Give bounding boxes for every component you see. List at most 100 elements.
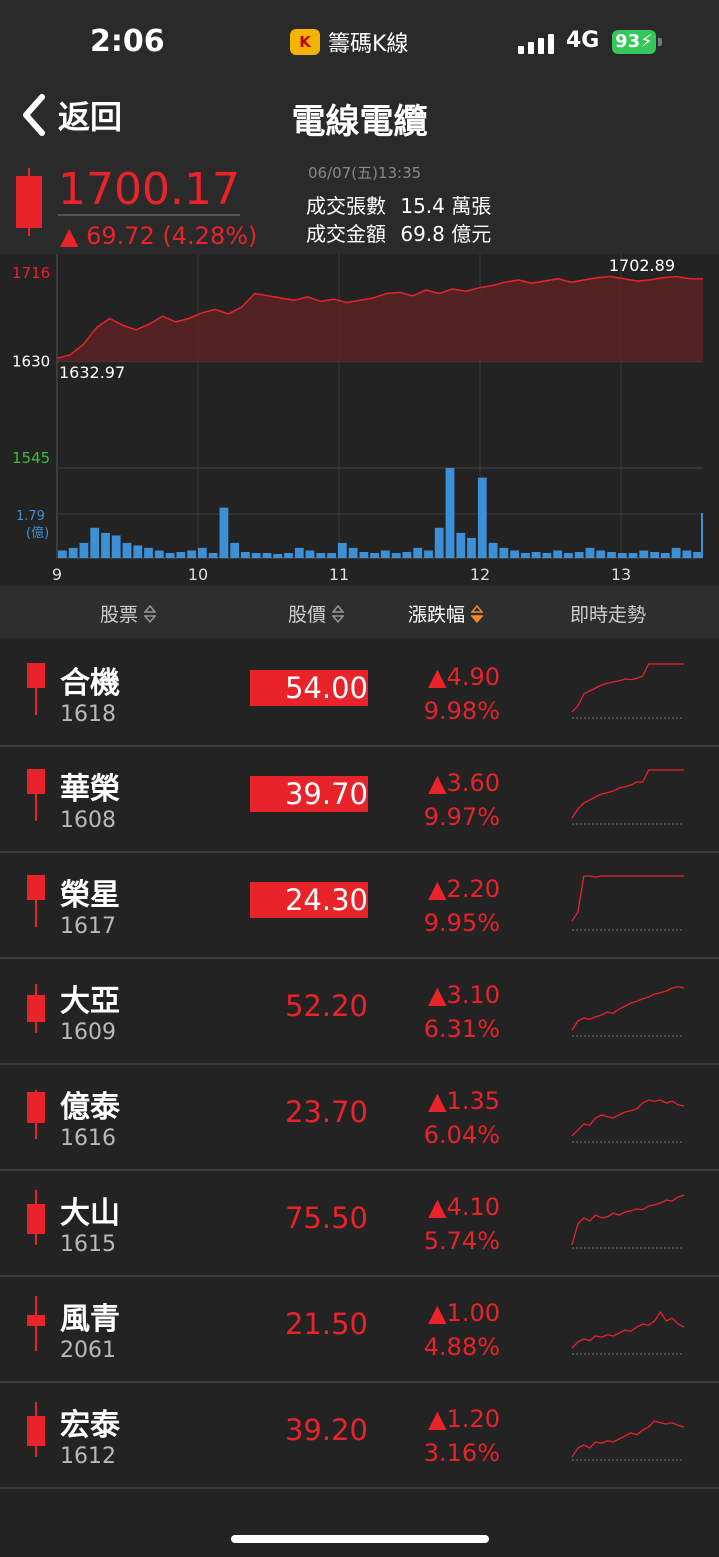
volume-bar <box>370 553 379 558</box>
stock-code: 1615 <box>60 1232 116 1257</box>
volume-bar <box>585 547 595 558</box>
sort-active-icon <box>471 604 484 623</box>
sparkline <box>571 1420 685 1461</box>
volume-bar <box>413 547 423 558</box>
volume-bar <box>359 552 369 558</box>
y-tick-label: 1716 <box>12 264 50 282</box>
change-amount: ▲1.00 <box>428 1299 500 1327</box>
sort-by-change[interactable]: 漲跌幅 <box>408 600 484 627</box>
stock-name: 億泰 <box>60 1090 120 1125</box>
candle-icon <box>27 1092 45 1123</box>
change-amount: ▲4.90 <box>428 663 500 691</box>
stock-name: 大亞 <box>60 984 120 1019</box>
candle-icon <box>27 1203 45 1234</box>
sparkline <box>571 1099 685 1143</box>
volume-bar <box>434 527 444 558</box>
volume-bar <box>639 550 649 558</box>
amount-value: 69.8 億元 <box>400 222 492 246</box>
stock-price: 21.50 <box>284 1307 368 1341</box>
sparkline <box>571 1310 685 1355</box>
sparkline-path <box>571 1194 685 1246</box>
change-amount: ▲1.20 <box>428 1405 500 1433</box>
index-change: ▲ 69.72 (4.28%) <box>60 222 258 250</box>
x-tick-label: 10 <box>188 565 208 584</box>
sparkline <box>571 875 684 931</box>
stock-price: 39.20 <box>284 1413 368 1447</box>
volume-bar <box>510 550 519 558</box>
candle-icon <box>27 874 45 900</box>
stock-change: ▲3.10 6.31% <box>400 978 500 1046</box>
stock-row[interactable]: 億泰 1616 23.70 ▲1.35 6.04% <box>0 1064 719 1171</box>
volume-bar <box>154 550 164 558</box>
signal-icon <box>518 32 554 54</box>
sparkline-path <box>571 1099 685 1137</box>
x-tick-label: 11 <box>329 565 349 584</box>
x-tick-label: 13 <box>611 565 631 584</box>
stock-price: 52.20 <box>284 989 368 1023</box>
volume-bar <box>165 553 175 558</box>
volume-bar <box>111 535 121 558</box>
sort-by-stock[interactable]: 股票 <box>100 600 157 627</box>
stock-row[interactable]: 合機 1618 54.00 ▲4.90 9.98% <box>0 640 719 747</box>
volume-bar <box>90 527 100 558</box>
volume-bar <box>79 542 89 558</box>
sparkline <box>571 769 684 825</box>
sort-by-price[interactable]: 股價 <box>288 600 345 627</box>
sparkline-path <box>571 986 685 1031</box>
app-logo-icon: K <box>290 29 320 55</box>
stock-name: 華榮 <box>60 772 120 807</box>
volume-bar <box>553 550 563 558</box>
stock-row[interactable]: 宏泰 1612 39.20 ▲1.20 3.16% <box>0 1382 719 1489</box>
volume-bar <box>617 553 627 558</box>
y-tick-label: 1545 <box>12 449 50 467</box>
last-price-label: 1702.89 <box>609 256 675 275</box>
volume-bar <box>262 553 272 558</box>
stock-code: 1612 <box>60 1444 116 1469</box>
stock-code: 1608 <box>60 808 116 833</box>
volume-bar <box>284 553 293 558</box>
sparkline-path <box>571 1420 685 1458</box>
volume-bar <box>208 553 218 558</box>
volume-bar <box>198 547 207 558</box>
header-price: 股價 <box>288 604 327 626</box>
app-indicator[interactable]: K 籌碼K線 <box>290 26 408 58</box>
change-amount: ▲3.60 <box>428 769 500 797</box>
stock-change: ▲1.20 3.16% <box>400 1402 500 1470</box>
stock-code: 2061 <box>60 1338 116 1363</box>
intraday-chart[interactable]: 9 10 11 12 13 1716 1630 1545 1632.97 1702.89 1.79(… <box>0 254 719 586</box>
volume-bar <box>230 542 240 558</box>
change-percent: 9.95% <box>423 909 500 937</box>
header-trend: 即時走勢 <box>570 604 647 626</box>
volume-bar <box>682 550 692 558</box>
volume-bar <box>176 552 186 558</box>
sparkline-path <box>571 769 684 819</box>
change-percent: 3.16% <box>423 1439 500 1467</box>
volume-bar <box>660 553 670 558</box>
battery-icon: 93⚡ <box>612 30 656 54</box>
open-price-label: 1632.97 <box>59 363 125 382</box>
home-indicator[interactable] <box>231 1535 489 1543</box>
stock-name: 榮星 <box>60 878 120 913</box>
volume-max-label: 1.79 <box>16 509 45 524</box>
volume-bar <box>693 552 702 558</box>
stock-price: 75.50 <box>284 1201 368 1235</box>
stock-row[interactable]: 大山 1615 75.50 ▲4.10 5.74% <box>0 1170 719 1277</box>
volume-bar <box>133 545 143 558</box>
volume-bar <box>596 550 606 558</box>
volume-bar <box>564 553 573 558</box>
stock-row[interactable]: 華榮 1608 39.70 ▲3.60 9.97% <box>0 746 719 853</box>
volume-bar <box>467 537 476 558</box>
stock-row[interactable]: 榮星 1617 24.30 ▲2.20 9.95% <box>0 852 719 959</box>
volume-bar <box>402 552 412 558</box>
stock-row[interactable]: 大亞 1609 52.20 ▲3.10 6.31% <box>0 958 719 1065</box>
volume-row: 成交張數 15.4 萬張 <box>306 190 491 219</box>
volume-bar <box>187 550 196 558</box>
volume-bar <box>316 553 326 558</box>
volume-bar <box>337 542 347 558</box>
volume-bar <box>574 552 584 558</box>
stock-name: 合機 <box>60 666 120 701</box>
quote-datetime: 06/07(五)13:35 <box>308 164 422 182</box>
header-change: 漲跌幅 <box>408 604 466 626</box>
volume-bar <box>445 468 455 558</box>
stock-row[interactable]: 風青 2061 21.50 ▲1.00 4.88% <box>0 1276 719 1383</box>
